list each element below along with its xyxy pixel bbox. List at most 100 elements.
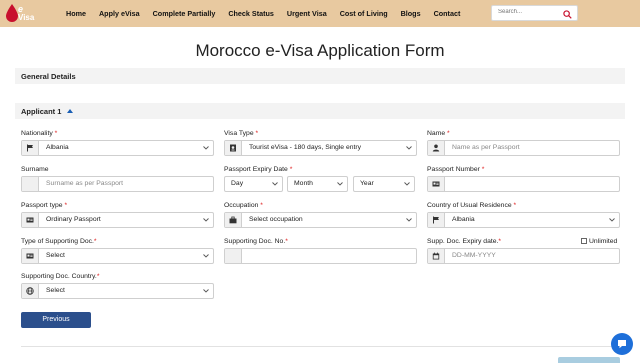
search-input[interactable]: [498, 9, 558, 15]
supp-doc-expiry-input[interactable]: DD-MM-YYYY: [427, 248, 620, 264]
flag-icon: [433, 216, 439, 224]
chevron-down-icon: [337, 182, 343, 186]
search-icon[interactable]: [563, 10, 572, 19]
id-card-icon: [26, 253, 34, 259]
expiry-day-select[interactable]: Day: [224, 176, 283, 192]
nationality-addon: [22, 141, 39, 155]
chevron-down-icon: [609, 218, 615, 222]
passport-type-addon: [22, 213, 39, 227]
section-applicant-label: Applicant 1: [21, 107, 62, 116]
calendar-icon: [432, 252, 440, 260]
passport-type-value: Ordinary Passport: [46, 216, 101, 223]
briefcase-icon: [229, 216, 237, 224]
expiry-month-select[interactable]: Month: [287, 176, 348, 192]
expiry-year-select[interactable]: Year: [353, 176, 415, 192]
section-general-details: General Details: [15, 68, 625, 84]
supporting-doc-country-value: Select: [46, 287, 65, 294]
visa-type-value: Tourist eVisa - 180 days, Single entry: [249, 144, 362, 151]
form-divider: [21, 346, 620, 347]
passport-number-addon: [428, 177, 445, 191]
nav-contact[interactable]: Contact: [434, 9, 461, 18]
chevron-down-icon: [404, 182, 410, 186]
nav-complete-partially[interactable]: Complete Partially: [153, 9, 216, 18]
surname-input[interactable]: Surname as per Passport: [21, 176, 214, 192]
nav-apply-evisa[interactable]: Apply eVisa: [99, 9, 140, 18]
name-input[interactable]: Name as per Passport: [427, 140, 620, 156]
supporting-doc-type-addon: [22, 249, 39, 263]
label-supp-doc-expiry: Supp. Doc. Expiry date.*: [427, 238, 502, 245]
page-title: Morocco e-Visa Application Form: [195, 41, 445, 60]
flag-icon: [27, 144, 33, 152]
label-passport-expiry: Passport Expiry Date *: [224, 166, 293, 173]
nav-home[interactable]: Home: [66, 9, 86, 18]
logo-visa: Visa: [18, 13, 35, 22]
label-surname: Surname: [21, 166, 49, 173]
section-applicant-1[interactable]: Applicant 1: [15, 103, 625, 119]
expiry-month-value: Month: [294, 180, 313, 187]
supp-doc-expiry-placeholder: DD-MM-YYYY: [452, 252, 496, 259]
chevron-down-icon: [272, 182, 278, 186]
supporting-doc-country-select[interactable]: Select: [21, 283, 214, 299]
previous-button[interactable]: Previous: [21, 312, 91, 328]
label-passport-number: Passport Number *: [427, 166, 485, 173]
country-residence-select[interactable]: Albania: [427, 212, 620, 228]
unlimited-label: Unlimited: [589, 238, 618, 245]
passport-icon: [230, 144, 236, 152]
checkbox-box[interactable]: [581, 238, 587, 244]
chat-icon: [618, 340, 626, 349]
label-passport-type: Passport type *: [21, 202, 68, 209]
passport-number-input[interactable]: [427, 176, 620, 192]
label-supporting-doc-type: Type of Supporting Doc.*: [21, 238, 97, 245]
chevron-down-icon: [203, 218, 209, 222]
supporting-doc-no-addon: [225, 249, 242, 263]
label-visa-type: Visa Type *: [224, 130, 259, 137]
expiry-year-value: Year: [360, 180, 374, 187]
occupation-value: Select occupation: [249, 216, 303, 223]
chevron-down-icon: [406, 146, 412, 150]
nav-blogs[interactable]: Blogs: [401, 9, 421, 18]
country-residence-addon: [428, 213, 445, 227]
site-logo[interactable]: e Visa: [6, 3, 42, 25]
user-icon: [432, 144, 440, 152]
next-button[interactable]: [558, 357, 620, 363]
collapse-caret-icon[interactable]: [67, 109, 73, 113]
supporting-doc-no-input[interactable]: [224, 248, 417, 264]
globe-icon: [26, 287, 34, 295]
id-card-icon: [432, 181, 440, 187]
nav-urgent-visa[interactable]: Urgent Visa: [287, 9, 327, 18]
main-nav: Home Apply eVisa Complete Partially Chec…: [66, 0, 473, 27]
country-residence-value: Albania: [452, 216, 475, 223]
supporting-doc-type-value: Select: [46, 252, 65, 259]
chevron-down-icon: [406, 218, 412, 222]
visa-type-select[interactable]: Tourist eVisa - 180 days, Single entry: [224, 140, 417, 156]
label-occupation: Occupation *: [224, 202, 263, 209]
surname-addon: [22, 177, 39, 191]
label-supporting-doc-no: Supporting Doc. No.*: [224, 238, 288, 245]
search-box: [491, 5, 578, 21]
occupation-select[interactable]: Select occupation: [224, 212, 417, 228]
nav-check-status[interactable]: Check Status: [228, 9, 274, 18]
chat-button[interactable]: [611, 333, 633, 355]
label-supporting-doc-country: Supporting Doc. Country.*: [21, 273, 100, 280]
passport-type-select[interactable]: Ordinary Passport: [21, 212, 214, 228]
nav-cost-of-living[interactable]: Cost of Living: [340, 9, 388, 18]
surname-placeholder: Surname as per Passport: [46, 180, 124, 187]
id-card-icon: [26, 217, 34, 223]
section-general-label: General Details: [21, 72, 76, 81]
label-nationality: Nationality *: [21, 130, 58, 137]
nationality-value: Albania: [46, 144, 69, 151]
label-country-residence: Country of Usual Residence *: [427, 202, 517, 209]
logo-drop-icon: [6, 4, 18, 22]
occupation-addon: [225, 213, 242, 227]
supporting-doc-country-addon: [22, 284, 39, 298]
chevron-down-icon: [203, 146, 209, 150]
chevron-down-icon: [203, 289, 209, 293]
supporting-doc-type-select[interactable]: Select: [21, 248, 214, 264]
expiry-day-value: Day: [231, 180, 244, 187]
nationality-select[interactable]: Albania: [21, 140, 214, 156]
name-addon: [428, 141, 445, 155]
top-navbar: e Visa Home Apply eVisa Complete Partial…: [0, 0, 640, 27]
unlimited-checkbox[interactable]: Unlimited: [581, 238, 617, 245]
visa-type-addon: [225, 141, 242, 155]
label-name: Name *: [427, 130, 450, 137]
